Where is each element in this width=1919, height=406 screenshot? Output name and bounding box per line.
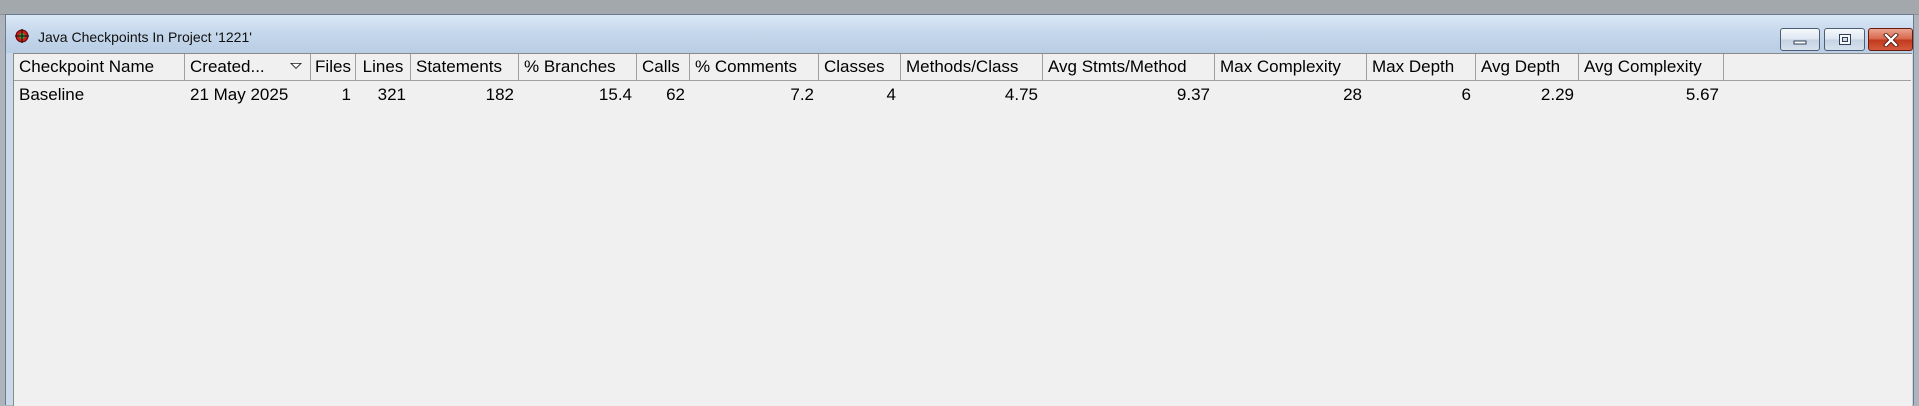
cell-created: 21 May 2025 <box>190 85 289 104</box>
close-button[interactable] <box>1868 28 1913 51</box>
checkpoint-target-icon <box>15 29 29 43</box>
maximize-button[interactable] <box>1824 28 1865 51</box>
checkpoints-table: Checkpoint Name Created... Files Lines S… <box>13 53 1912 406</box>
column-header-files[interactable]: Files <box>311 54 356 80</box>
cell-lines: 321 <box>377 85 406 104</box>
cell-avg-complexity: 5.67 <box>1685 85 1719 104</box>
cell-checkpoint-name: Baseline <box>19 85 85 104</box>
cell-files: 1 <box>341 85 351 104</box>
sort-descending-icon <box>290 63 302 69</box>
title-bar[interactable]: Java Checkpoints In Project '1221' <box>6 15 1913 53</box>
column-header-created[interactable]: Created... <box>185 54 311 80</box>
column-header-classes[interactable]: Classes <box>819 54 901 80</box>
maximize-icon <box>1838 34 1851 45</box>
column-header-avg-complexity[interactable]: Avg Complexity <box>1579 54 1724 80</box>
window-title: Java Checkpoints In Project '1221' <box>38 29 252 45</box>
column-header-branches[interactable]: % Branches <box>519 54 637 80</box>
column-header-avg-depth[interactable]: Avg Depth <box>1476 54 1579 80</box>
cell-methods-per-class: 4.75 <box>1004 85 1038 104</box>
cell-max-depth: 6 <box>1461 85 1471 104</box>
column-header-calls[interactable]: Calls <box>637 54 690 80</box>
minimize-icon <box>1793 40 1807 44</box>
column-header-avg-stmts-per-method[interactable]: Avg Stmts/Method <box>1043 54 1215 80</box>
column-header-lines[interactable]: Lines <box>356 54 411 80</box>
column-header-comments[interactable]: % Comments <box>690 54 819 80</box>
table-row[interactable]: Baseline 21 May 2025 1 321 182 15.4 62 7… <box>14 81 1911 109</box>
cell-comments: 7.2 <box>790 85 814 104</box>
column-header-label: Created... <box>190 57 265 76</box>
table-header: Checkpoint Name Created... Files Lines S… <box>14 54 1911 81</box>
column-header-statements[interactable]: Statements <box>411 54 519 80</box>
screen-top-strip <box>0 0 1919 15</box>
cell-calls: 62 <box>666 85 685 104</box>
close-icon <box>1882 32 1899 47</box>
column-header-max-complexity[interactable]: Max Complexity <box>1215 54 1367 80</box>
cell-classes: 4 <box>886 85 896 104</box>
minimize-button[interactable] <box>1780 28 1820 51</box>
column-header-max-depth[interactable]: Max Depth <box>1367 54 1476 80</box>
column-header-methods-per-class[interactable]: Methods/Class <box>901 54 1043 80</box>
cell-avg-depth: 2.29 <box>1540 85 1574 104</box>
cell-max-complexity: 28 <box>1343 85 1362 104</box>
cell-branches: 15.4 <box>598 85 632 104</box>
checkpoints-window: Java Checkpoints In Project '1221' Check… <box>5 14 1914 406</box>
column-header-checkpoint-name[interactable]: Checkpoint Name <box>14 54 185 80</box>
cell-avg-stmts-per-method: 9.37 <box>1176 85 1210 104</box>
cell-statements: 182 <box>485 85 514 104</box>
